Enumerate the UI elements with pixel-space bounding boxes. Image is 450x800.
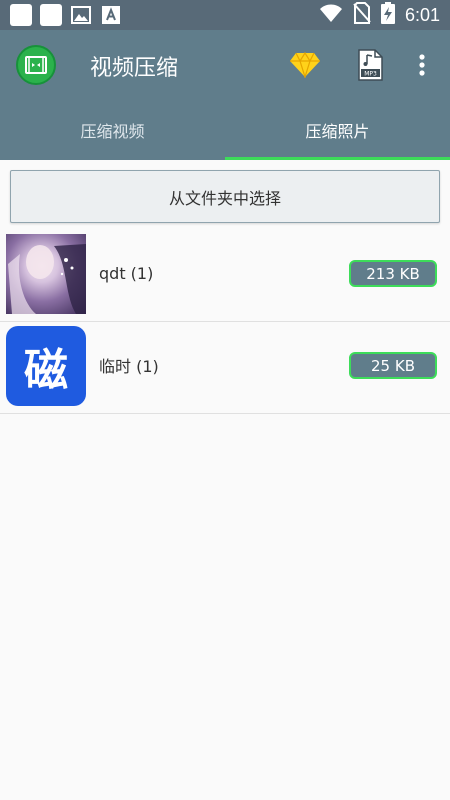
photo-thumbnail <box>6 234 86 314</box>
tab-bar: 压缩视频 压缩照片 <box>0 100 450 160</box>
thumbnail-glyph: 磁 <box>24 345 68 396</box>
no-sim-icon <box>353 2 371 28</box>
app-title: 视频压缩 <box>90 56 179 81</box>
select-from-folder-button[interactable]: 从文件夹中选择 <box>10 170 440 223</box>
svg-text:MP3: MP3 <box>364 71 377 78</box>
status-bar: 6:01 <box>0 0 450 30</box>
wifi-icon <box>319 3 343 27</box>
list-item[interactable]: qdt (1) 213 KB <box>0 230 450 322</box>
list-item[interactable]: 磁 临时 (1) 25 KB <box>0 322 450 414</box>
text-a-icon <box>100 4 122 26</box>
app-thumbnail: 磁 <box>6 326 86 406</box>
vip-diamond-icon[interactable] <box>288 48 322 82</box>
notification-square-icon <box>40 4 62 26</box>
image-icon <box>70 4 92 26</box>
item-name: qdt (1) <box>99 263 154 283</box>
battery-charging-icon <box>380 2 395 28</box>
tab-compress-photo[interactable]: 压缩照片 <box>225 100 450 160</box>
notification-square-icon <box>10 4 32 26</box>
status-right-icons: 6:01 <box>319 2 440 28</box>
file-size-badge: 213 KB <box>349 260 437 287</box>
item-name: 临时 (1) <box>99 357 159 376</box>
mp3-file-icon[interactable]: MP3 <box>353 48 387 82</box>
more-vert-icon[interactable] <box>405 48 439 82</box>
app-logo-icon <box>16 45 56 85</box>
status-time: 6:01 <box>404 4 440 25</box>
photo-list: qdt (1) 213 KB 磁 临时 (1) 25 KB <box>0 230 450 414</box>
tab-compress-video[interactable]: 压缩视频 <box>0 100 225 160</box>
app-bar: 视频压缩 MP3 <box>0 30 450 100</box>
file-size-badge: 25 KB <box>349 352 437 379</box>
status-left-icons <box>10 4 122 26</box>
